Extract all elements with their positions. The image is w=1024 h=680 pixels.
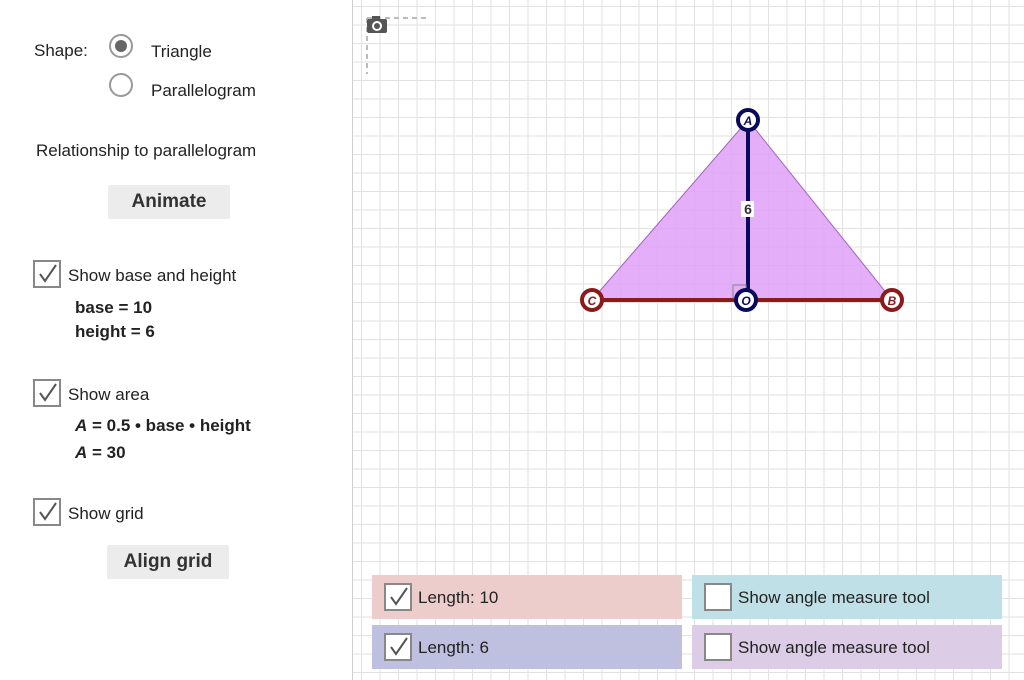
show-base-height-label[interactable]: Show base and height [68, 266, 236, 286]
svg-text:A: A [743, 114, 753, 128]
height-length-panel: Length: 6 [372, 625, 682, 669]
radio-parallelogram[interactable] [109, 73, 133, 97]
base-length-checkbox[interactable] [384, 583, 412, 611]
point-O[interactable]: O [734, 288, 758, 312]
angle-tool-panel-2: Show angle measure tool [692, 625, 1002, 669]
checkmark-icon [39, 502, 57, 521]
control-panel: Shape: Triangle Parallelogram Relationsh… [0, 0, 352, 680]
svg-text:B: B [888, 294, 897, 308]
area-formula: A = 0.5 • base • height [75, 416, 251, 435]
radio-triangle-label[interactable]: Triangle [151, 42, 212, 62]
animate-button[interactable]: Animate [108, 185, 230, 219]
point-B[interactable]: B [880, 288, 904, 312]
geometry-canvas[interactable]: 6 A O C B Length: 10 Show angle measure … [353, 0, 1024, 680]
height-length-checkbox[interactable] [384, 633, 412, 661]
angle-tool-checkbox-2[interactable] [704, 633, 732, 661]
base-value: base = 10 [75, 298, 153, 317]
height-value: height = 6 [75, 322, 155, 341]
height-label: 6 [744, 201, 752, 217]
show-area-label[interactable]: Show area [68, 385, 149, 405]
shape-label: Shape: [34, 41, 88, 60]
svg-text:O: O [741, 294, 751, 308]
area-result: A = 30 [75, 443, 126, 462]
checkmark-icon [39, 383, 57, 402]
show-grid-label[interactable]: Show grid [68, 504, 144, 524]
radio-parallelogram-label[interactable]: Parallelogram [151, 81, 256, 101]
show-base-height-checkbox[interactable] [33, 260, 61, 288]
height-length-label[interactable]: Length: 6 [418, 638, 489, 658]
base-length-panel: Length: 10 [372, 575, 682, 619]
angle-tool-panel-1: Show angle measure tool [692, 575, 1002, 619]
show-area-checkbox[interactable] [33, 379, 61, 407]
point-A[interactable]: A [736, 108, 760, 132]
show-grid-checkbox[interactable] [33, 498, 61, 526]
point-C[interactable]: C [580, 288, 604, 312]
align-grid-button[interactable]: Align grid [107, 545, 229, 579]
base-length-label[interactable]: Length: 10 [418, 588, 498, 608]
checkmark-icon [39, 264, 57, 283]
checkmark-icon [390, 587, 408, 606]
angle-tool-label-1[interactable]: Show angle measure tool [738, 588, 930, 608]
relationship-label: Relationship to parallelogram [36, 141, 257, 160]
angle-tool-checkbox-1[interactable] [704, 583, 732, 611]
svg-text:C: C [588, 294, 597, 308]
checkmark-icon [390, 637, 408, 656]
radio-triangle[interactable] [109, 34, 133, 58]
angle-tool-label-2[interactable]: Show angle measure tool [738, 638, 930, 658]
